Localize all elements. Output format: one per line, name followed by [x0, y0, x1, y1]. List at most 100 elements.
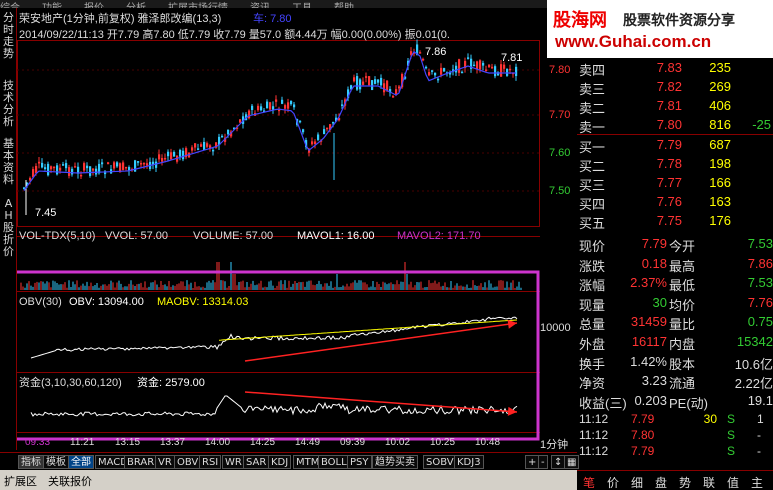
layout-icon[interactable]: ▦ [564, 455, 580, 469]
candle-body [116, 162, 119, 167]
candle-body [266, 101, 269, 109]
indicator-tab[interactable]: PSY [347, 455, 372, 469]
obv-value: OBV: 13094.00 [69, 296, 144, 308]
uptrend-arrow-head [507, 319, 517, 329]
candle-body [65, 163, 68, 169]
indicator-tab[interactable]: WR [222, 455, 245, 469]
time-axis-tick: 13:15 [115, 437, 140, 448]
logo-url: www.Guhai.com.cn [555, 32, 712, 51]
right-tab[interactable]: 主 [751, 474, 763, 490]
right-tab[interactable]: 细 [631, 474, 643, 490]
candle-body [488, 64, 491, 68]
left-tab[interactable]: 技术分析 [1, 80, 16, 132]
right-tab[interactable]: 笔 [583, 474, 595, 490]
time-axis-tick: 10:25 [430, 437, 455, 448]
time-axis-tick: 14:49 [295, 437, 320, 448]
candle-body [113, 162, 116, 169]
stat-label: 换手 [579, 356, 606, 372]
stat-label: 外盘 [579, 336, 606, 352]
obv-axis-tick: 10000 [540, 322, 571, 334]
indicator-tab[interactable]: 全部 [68, 455, 94, 469]
stat-label: 收益(三) [579, 395, 627, 411]
candle-body [332, 121, 335, 124]
time-axis-tick: 13:37 [160, 437, 185, 448]
candle-body [341, 104, 344, 106]
ask-volume: 235 [709, 60, 731, 75]
bid-row: 买二 7.78 198 [547, 154, 773, 174]
right-tab[interactable]: 联 [703, 474, 715, 490]
candle-body [101, 162, 104, 165]
stat-label: 最低 [669, 278, 696, 294]
candle-body [467, 57, 470, 59]
right-tab[interactable]: 价 [607, 474, 619, 490]
indicator-tab[interactable]: VR [155, 455, 175, 469]
candle-body [281, 99, 284, 104]
stat-value: 3.23 [641, 373, 667, 389]
indicator-tab[interactable]: BOLL [318, 455, 350, 469]
indicator-tab[interactable]: SAR [243, 455, 270, 469]
status-related[interactable]: 关联报价 [48, 473, 92, 489]
price-last-label: 7.81 [501, 52, 523, 64]
left-tab[interactable]: 分时走势 [1, 12, 16, 60]
candle-body [386, 80, 389, 91]
candle-body [62, 164, 65, 166]
candle-body [68, 167, 71, 176]
stat-label: PE(动) [669, 395, 709, 411]
time-axis-tick: 11:21 [70, 437, 95, 448]
stat-label: 股本 [669, 356, 696, 372]
candle-body [74, 166, 77, 168]
status-bar: 扩展区 关联报价 [0, 470, 577, 490]
candle-body [179, 149, 182, 157]
time-axis-tick: 09:39 [340, 437, 365, 448]
candle-body [197, 148, 200, 150]
tick-side: S [727, 412, 736, 426]
tick-price: 7.79 [631, 444, 655, 458]
time-axis-tick: 09:33 [25, 437, 50, 448]
indicator-tab[interactable]: RSI [199, 455, 222, 469]
ask-row: 卖四 7.83 235 [547, 58, 773, 78]
obv-name: OBV(30) [19, 296, 62, 308]
candle-body [71, 168, 74, 175]
chart-area[interactable]: 09:33 11:21 13:15 13:37 14:00 14:25 14:49 09:39… [17, 8, 540, 450]
left-tab[interactable]: 基本资料 [1, 138, 16, 194]
stat-label: 净资 [579, 376, 606, 392]
candle-body [278, 109, 281, 112]
stat-row: 涨幅 2.37% 最低 7.53 [577, 273, 773, 293]
candle-body [503, 64, 506, 69]
left-tab[interactable]: AH股折价 [1, 198, 16, 258]
vol-name: VOL-TDX(5,10) [19, 230, 96, 242]
indicator-tab[interactable]: SOBV [423, 455, 457, 469]
right-tab[interactable]: 值 [727, 474, 739, 490]
stat-row: 收益(三) 0.203 PE(动) 19.1 [577, 391, 773, 411]
indicator-tab[interactable]: KDJ [268, 455, 292, 469]
candle-body [41, 162, 44, 168]
candle-body [50, 166, 53, 170]
indicator-tab[interactable]: 模板 [43, 455, 69, 469]
candle-body [182, 150, 185, 160]
candle-body [299, 120, 302, 123]
indicator-tab[interactable]: 指标 [18, 455, 44, 469]
indicator-tab[interactable]: BRAR [124, 455, 158, 469]
right-tab[interactable]: 盘 [655, 474, 667, 490]
tick-price: 7.79 [631, 412, 655, 426]
obv-line [30, 316, 518, 359]
time-axis-tick: 14:25 [250, 437, 275, 448]
zoom-out-icon[interactable]: - [538, 455, 548, 469]
candle-body [461, 71, 464, 74]
bid-volume: 163 [709, 194, 731, 209]
status-extension[interactable]: 扩展区 [4, 473, 37, 489]
right-tab[interactable]: 势 [679, 474, 691, 490]
stat-row: 现价 7.79 今开 7.53 [577, 234, 773, 254]
indicator-tab[interactable]: OBV [174, 455, 202, 469]
indicator-tab[interactable]: KDJ3 [454, 455, 484, 469]
candle-body [290, 100, 293, 105]
volume-value: VOLUME: 57.00 [193, 230, 274, 242]
candle-body [398, 86, 401, 89]
candle-body [107, 162, 110, 165]
bid-row: 买五 7.75 176 [547, 211, 773, 231]
tick-count: - [757, 444, 761, 458]
indicator-tab[interactable]: 趋势买卖 [372, 455, 418, 469]
bid-price: 7.78 [656, 156, 682, 171]
candle-body [359, 79, 362, 90]
candle-body [260, 106, 263, 111]
